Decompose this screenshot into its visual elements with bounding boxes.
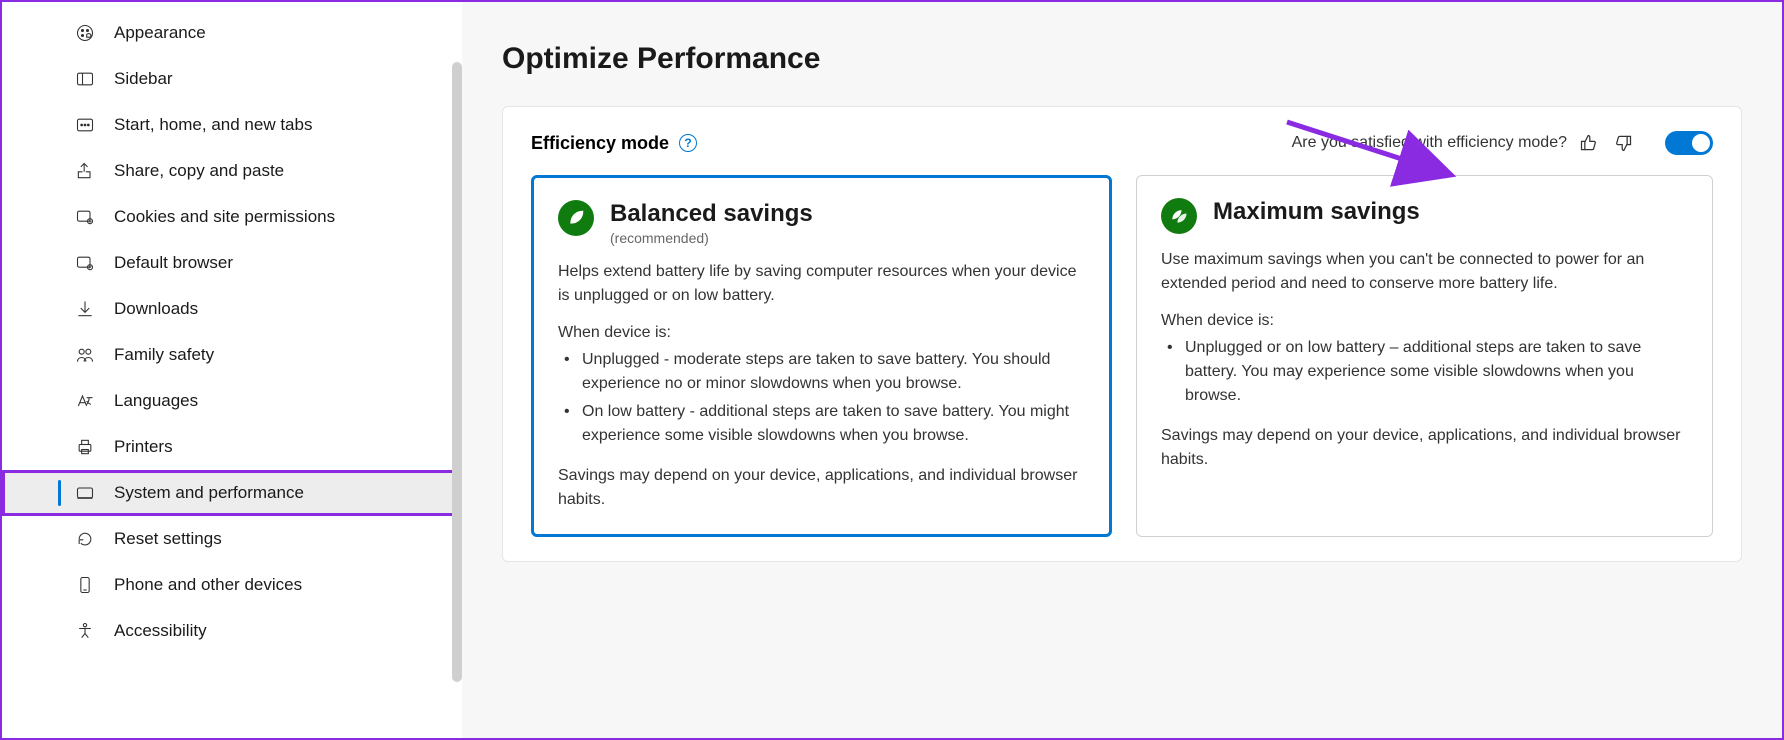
maximum-description: Use maximum savings when you can't be co… (1161, 248, 1688, 296)
sidebar-item-sidebar[interactable]: Sidebar (2, 56, 462, 102)
card-header: Efficiency mode ? Are you satisfied with… (531, 131, 1713, 155)
sidebar-item-label: Sidebar (114, 69, 173, 89)
sidebar-item-accessibility[interactable]: Accessibility (2, 608, 462, 654)
languages-icon (74, 390, 96, 412)
sidebar-item-reset[interactable]: Reset settings (2, 516, 462, 562)
sidebar-item-label: Languages (114, 391, 198, 411)
feedback-prompt: Are you satisfied with efficiency mode? (1292, 134, 1567, 152)
maximum-savings-option[interactable]: Maximum savings Use maximum savings when… (1136, 175, 1713, 537)
cookies-icon (74, 206, 96, 228)
maximum-when-label: When device is: (1161, 312, 1688, 330)
thumbs-up-button[interactable] (1577, 131, 1601, 155)
sidebar-item-cookies[interactable]: Cookies and site permissions (2, 194, 462, 240)
balanced-title: Balanced savings (610, 200, 813, 228)
thumbs-down-button[interactable] (1611, 131, 1635, 155)
sidebar-item-system-performance[interactable]: System and performance (2, 470, 462, 516)
sidebar-item-label: Start, home, and new tabs (114, 115, 312, 135)
sidebar-item-label: Appearance (114, 23, 206, 43)
efficiency-card: Efficiency mode ? Are you satisfied with… (502, 106, 1742, 562)
accessibility-icon (74, 620, 96, 642)
sidebar-item-label: Cookies and site permissions (114, 207, 335, 227)
sidebar-scrollbar[interactable] (452, 62, 462, 682)
sidebar-icon (74, 68, 96, 90)
efficiency-mode-title: Efficiency mode (531, 133, 669, 154)
share-icon (74, 160, 96, 182)
sidebar-item-printers[interactable]: Printers (2, 424, 462, 470)
balanced-bullet: On low battery - additional steps are ta… (558, 400, 1085, 448)
balanced-when-label: When device is: (558, 324, 1085, 342)
reset-icon (74, 528, 96, 550)
default-browser-icon (74, 252, 96, 274)
downloads-icon (74, 298, 96, 320)
sidebar-item-label: Phone and other devices (114, 575, 302, 595)
sidebar-item-default-browser[interactable]: Default browser (2, 240, 462, 286)
system-icon (74, 482, 96, 504)
balanced-bullets: Unplugged - moderate steps are taken to … (558, 348, 1085, 448)
sidebar-item-label: Share, copy and paste (114, 161, 284, 181)
family-icon (74, 344, 96, 366)
maximum-footer: Savings may depend on your device, appli… (1161, 424, 1688, 472)
balanced-savings-option[interactable]: Balanced savings (recommended) Helps ext… (531, 175, 1112, 537)
balanced-bullet: Unplugged - moderate steps are taken to … (558, 348, 1085, 396)
sidebar-item-phone[interactable]: Phone and other devices (2, 562, 462, 608)
maximum-title: Maximum savings (1213, 198, 1420, 226)
maximum-bullet: Unplugged or on low battery – additional… (1161, 336, 1688, 408)
sidebar-item-label: Default browser (114, 253, 233, 273)
sidebar-item-downloads[interactable]: Downloads (2, 286, 462, 332)
sidebar-item-label: Family safety (114, 345, 214, 365)
sidebar-item-appearance[interactable]: Appearance (2, 10, 462, 56)
sidebar-item-family[interactable]: Family safety (2, 332, 462, 378)
sidebar-item-share-copy[interactable]: Share, copy and paste (2, 148, 462, 194)
balanced-subtitle: (recommended) (610, 230, 813, 246)
main-content: Optimize Performance Efficiency mode ? A… (462, 2, 1782, 738)
sidebar-item-label: Downloads (114, 299, 198, 319)
appearance-icon (74, 22, 96, 44)
settings-sidebar: Appearance Sidebar Start, home, and new … (2, 2, 462, 738)
sidebar-item-label: Reset settings (114, 529, 222, 549)
maximum-bullets: Unplugged or on low battery – additional… (1161, 336, 1688, 408)
leaves-icon (1161, 198, 1197, 234)
balanced-footer: Savings may depend on your device, appli… (558, 464, 1085, 512)
sidebar-item-label: Printers (114, 437, 173, 457)
section-title: Optimize Performance (502, 42, 1742, 76)
sidebar-item-start-home[interactable]: Start, home, and new tabs (2, 102, 462, 148)
printers-icon (74, 436, 96, 458)
sidebar-item-label: Accessibility (114, 621, 207, 641)
efficiency-toggle[interactable] (1665, 131, 1713, 155)
balanced-description: Helps extend battery life by saving comp… (558, 260, 1085, 308)
leaf-icon (558, 200, 594, 236)
start-home-icon (74, 114, 96, 136)
help-icon[interactable]: ? (679, 134, 697, 152)
phone-icon (74, 574, 96, 596)
sidebar-item-languages[interactable]: Languages (2, 378, 462, 424)
sidebar-item-label: System and performance (114, 483, 304, 503)
